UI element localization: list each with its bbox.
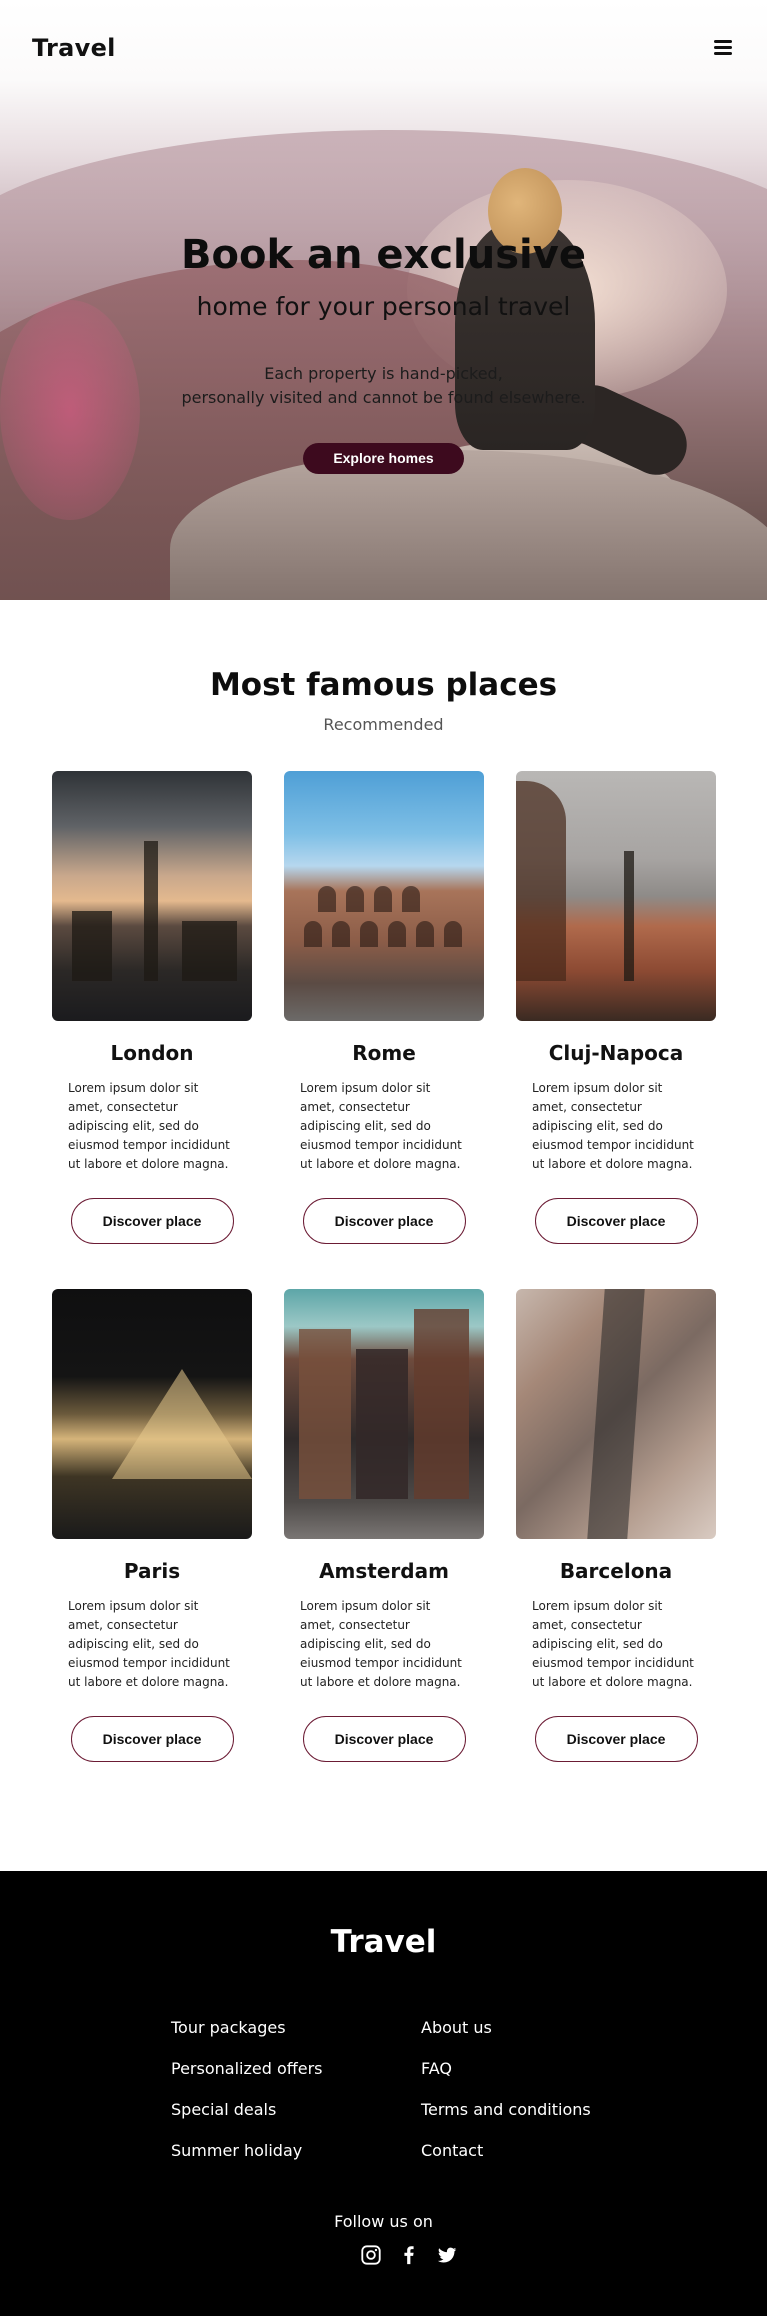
amsterdam-photo[interactable] [284,1289,484,1539]
place-description: Lorem ipsum dolor sit amet, consectetur … [532,1599,694,1689]
place-description: Lorem ipsum dolor sit amet, consectetur … [300,1081,462,1171]
footer-logo[interactable]: Travel [0,1924,767,1960]
place-name: Barcelona [559,1559,673,1583]
follow-us-label: Follow us on [334,2212,433,2231]
hero-title: Book an exclusive [181,232,586,278]
section-title: Most famous places [209,667,558,703]
discover-place-button[interactable]: Discover place [302,1198,466,1244]
place-description: Lorem ipsum dolor sit amet, consectetur … [532,1081,694,1171]
footer-link[interactable]: Tour packages [171,2018,286,2037]
section-subtitle: Recommended [323,715,444,734]
discover-place-button[interactable]: Discover place [534,1716,698,1762]
place-description: Lorem ipsum dolor sit amet, consectetur … [68,1081,230,1171]
footer-link[interactable]: FAQ [421,2059,452,2078]
place-name: London [110,1041,194,1065]
explore-homes-button[interactable]: Explore homes [303,443,464,474]
footer-link[interactable]: Personalized offers [171,2059,323,2078]
cluj-napoca-photo[interactable] [516,771,716,1021]
place-card-barcelona: Barcelona Lorem ipsum dolor sit amet, co… [516,1289,716,1762]
place-card-paris: Paris Lorem ipsum dolor sit amet, consec… [52,1289,252,1762]
place-card-london: London Lorem ipsum dolor sit amet, conse… [52,771,252,1244]
footer-link[interactable]: Summer holiday [171,2141,302,2160]
place-description: Lorem ipsum dolor sit amet, consectetur … [300,1599,462,1689]
hero-description-line: Each property is hand-picked, [264,364,503,383]
hamburger-menu-icon[interactable] [714,40,732,58]
footer-link[interactable]: Contact [421,2141,483,2160]
place-name: Paris [123,1559,181,1583]
instagram-icon[interactable] [360,2244,382,2266]
place-description: Lorem ipsum dolor sit amet, consectetur … [68,1599,230,1689]
place-card-cluj-napoca: Cluj-Napoca Lorem ipsum dolor sit amet, … [516,771,716,1244]
place-name: Rome [352,1041,416,1065]
discover-place-button[interactable]: Discover place [534,1198,698,1244]
footer-link[interactable]: Special deals [171,2100,276,2119]
discover-place-button[interactable]: Discover place [70,1198,234,1244]
hero-description: Each property is hand-picked, personally… [0,362,767,410]
hero-description-line: personally visited and cannot be found e… [181,388,586,407]
twitter-icon[interactable] [436,2244,458,2266]
footer-link[interactable]: Terms and conditions [421,2100,591,2119]
barcelona-photo[interactable] [516,1289,716,1539]
facebook-icon[interactable] [398,2244,420,2266]
place-card-rome: Rome Lorem ipsum dolor sit amet, consect… [284,771,484,1244]
hero-lens-flare [0,300,140,520]
place-name: Amsterdam [319,1559,449,1583]
london-photo[interactable] [52,771,252,1021]
discover-place-button[interactable]: Discover place [70,1716,234,1762]
discover-place-button[interactable]: Discover place [302,1716,466,1762]
footer-link[interactable]: About us [421,2018,492,2037]
paris-photo[interactable] [52,1289,252,1539]
rome-photo[interactable] [284,771,484,1021]
hero-subtitle: home for your personal travel [196,292,571,321]
place-card-amsterdam: Amsterdam Lorem ipsum dolor sit amet, co… [284,1289,484,1762]
place-name: Cluj-Napoca [548,1041,684,1065]
site-logo[interactable]: Travel [32,34,116,62]
